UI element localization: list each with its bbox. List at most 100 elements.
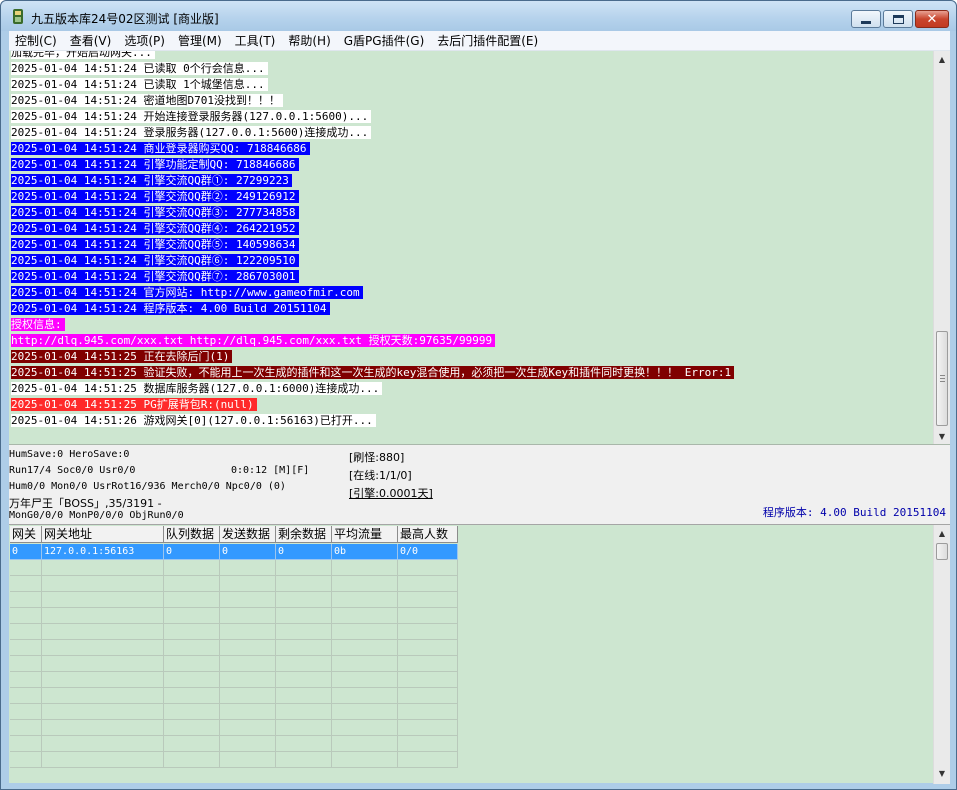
menu-view[interactable]: 查看(V) (64, 32, 118, 49)
table-cell (398, 720, 458, 736)
log-line-text: 2025-01-04 14:51:24 引擎功能定制QQ: 718846686 (11, 158, 299, 171)
table-cell (332, 704, 398, 720)
menu-tools[interactable]: 工具(T) (229, 32, 282, 49)
menu-help[interactable]: 帮助(H) (282, 32, 336, 49)
table-cell (42, 704, 164, 720)
table-row[interactable] (10, 560, 458, 576)
log-line: 2025-01-04 14:51:24 引擎交流QQ群⑤: 140598634 (11, 237, 929, 253)
engine-days-link[interactable]: [引擎:0.0001天] (349, 485, 433, 501)
table-cell (10, 592, 42, 608)
grid-column-header[interactable]: 网关 (10, 526, 42, 543)
table-row[interactable] (10, 608, 458, 624)
table-cell: 127.0.0.1:56163 (42, 544, 164, 560)
menu-backdoor-plugin-config[interactable]: 去后门插件配置(E) (431, 32, 544, 49)
table-row[interactable] (10, 656, 458, 672)
log-scroll-thumb[interactable] (936, 331, 948, 426)
table-row[interactable] (10, 592, 458, 608)
table-cell: 0 (10, 544, 42, 560)
table-cell (164, 592, 220, 608)
app-icon (13, 9, 23, 24)
log-scrollbar[interactable]: ▲ ▼ (933, 51, 950, 444)
grid-column-header[interactable]: 平均流量 (332, 526, 398, 543)
log-line-text: 2025-01-04 14:51:24 密道地图D701没找到！！！ (11, 94, 283, 107)
table-cell (220, 560, 276, 576)
table-cell (220, 752, 276, 768)
grid-scrollbar[interactable]: ▲ ▼ (933, 525, 950, 784)
log-line-text: 2025-01-04 14:51:24 引擎交流QQ群④: 264221952 (11, 222, 299, 235)
grid-scroll-down-icon[interactable]: ▼ (934, 765, 950, 782)
log-panel[interactable]: 加载完毕，开始启动网关... 2025-01-04 14:51:24 已读取 0个… (9, 51, 950, 445)
minimize-button[interactable] (851, 10, 881, 28)
table-row[interactable] (10, 672, 458, 688)
table-row[interactable] (10, 640, 458, 656)
log-line: 授权信息: (11, 317, 929, 333)
table-cell (10, 752, 42, 768)
grid-column-header[interactable]: 最高人数 (398, 526, 458, 543)
grid-scroll-up-icon[interactable]: ▲ (934, 525, 950, 542)
table-cell (42, 624, 164, 640)
refresh-monster-count: [刷怪:880] (349, 451, 405, 464)
log-line-text: http://dlq.945.com/xxx.txt http://dlq.94… (11, 334, 496, 347)
table-cell (398, 672, 458, 688)
table-cell (10, 624, 42, 640)
table-row[interactable] (10, 704, 458, 720)
table-cell (276, 560, 332, 576)
table-cell (276, 576, 332, 592)
table-row[interactable] (10, 688, 458, 704)
table-cell: 0 (164, 544, 220, 560)
boss-status: 万年尸王「BOSS」,35/3191 - (9, 497, 162, 510)
log-line: 2025-01-04 14:51:25 数据库服务器(127.0.0.1:600… (11, 381, 929, 397)
table-row[interactable] (10, 752, 458, 768)
maximize-button[interactable] (883, 10, 913, 28)
table-cell (10, 736, 42, 752)
table-cell (276, 640, 332, 656)
table-cell (220, 672, 276, 688)
menu-manage[interactable]: 管理(M) (172, 32, 228, 49)
title-bar[interactable]: 九五版本库24号02区测试 [商业版] ✕ (1, 1, 956, 31)
table-cell (164, 704, 220, 720)
table-cell (332, 576, 398, 592)
grid-column-header[interactable]: 剩余数据 (276, 526, 332, 543)
scroll-up-icon[interactable]: ▲ (934, 51, 950, 68)
table-cell (42, 672, 164, 688)
log-line: 2025-01-04 14:51:26 游戏网关[0](127.0.0.1:56… (11, 413, 929, 429)
table-cell (332, 560, 398, 576)
menu-control[interactable]: 控制(C) (9, 32, 63, 49)
close-button[interactable]: ✕ (915, 10, 949, 28)
table-cell (332, 752, 398, 768)
grid-scroll-thumb[interactable] (936, 543, 948, 560)
table-row[interactable] (10, 624, 458, 640)
table-cell (220, 624, 276, 640)
main-content: 加载完毕，开始启动网关... 2025-01-04 14:51:24 已读取 0个… (9, 51, 950, 784)
table-cell (276, 672, 332, 688)
grid-column-header[interactable]: 网关地址 (42, 526, 164, 543)
grid-header: 网关 网关地址 队列数据 发送数据 剩余数据 平均流量 最高人数 (10, 526, 458, 543)
monster-status: MonG0/0/0 MonP0/0/0 ObjRun0/0 (9, 510, 184, 521)
log-line: 2025-01-04 14:51:25 PG扩展背包R:(null) (11, 397, 929, 413)
table-row[interactable] (10, 720, 458, 736)
menu-options[interactable]: 选项(P) (118, 32, 171, 49)
table-cell (332, 592, 398, 608)
table-cell (398, 752, 458, 768)
log-line: http://dlq.945.com/xxx.txt http://dlq.94… (11, 333, 929, 349)
table-cell (398, 736, 458, 752)
table-row[interactable] (10, 736, 458, 752)
uptime-timer: 0:0:12 [M][F] (231, 465, 310, 476)
log-line: 2025-01-04 14:51:24 商业登录器购买QQ: 718846686 (11, 141, 929, 157)
table-cell (42, 576, 164, 592)
table-cell (164, 576, 220, 592)
table-cell (42, 608, 164, 624)
table-cell (42, 656, 164, 672)
table-cell (220, 592, 276, 608)
table-cell (332, 736, 398, 752)
table-cell (10, 608, 42, 624)
log-line: 2025-01-04 14:51:25 正在去除后门(1) (11, 349, 929, 365)
maximize-icon (892, 14, 904, 24)
grid-column-header[interactable]: 发送数据 (220, 526, 276, 543)
menu-gshield-plugin[interactable]: G盾PG插件(G) (338, 32, 431, 49)
table-row[interactable]: 0 127.0.0.1:56163 0 0 0 0b 0/0 (10, 544, 458, 560)
scroll-down-icon[interactable]: ▼ (934, 428, 950, 444)
table-row[interactable] (10, 576, 458, 592)
log-line: 2025-01-04 14:51:24 程序版本: 4.00 Build 201… (11, 301, 929, 317)
grid-column-header[interactable]: 队列数据 (164, 526, 220, 543)
